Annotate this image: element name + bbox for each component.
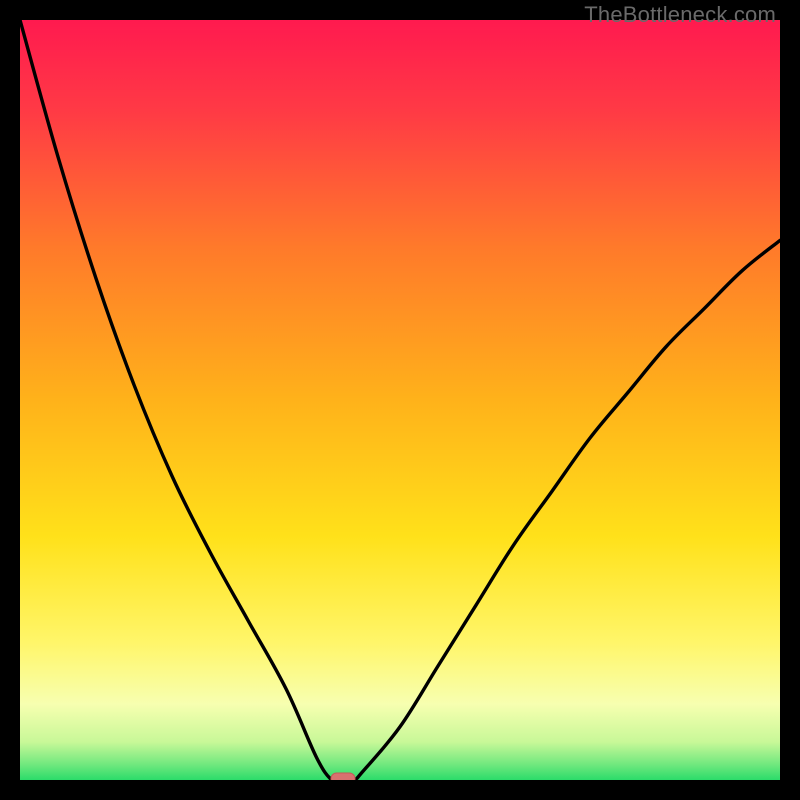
optimal-point-marker (331, 773, 355, 780)
chart-frame (20, 20, 780, 780)
bottleneck-chart (20, 20, 780, 780)
gradient-background (20, 20, 780, 780)
watermark-text: TheBottleneck.com (584, 2, 776, 28)
